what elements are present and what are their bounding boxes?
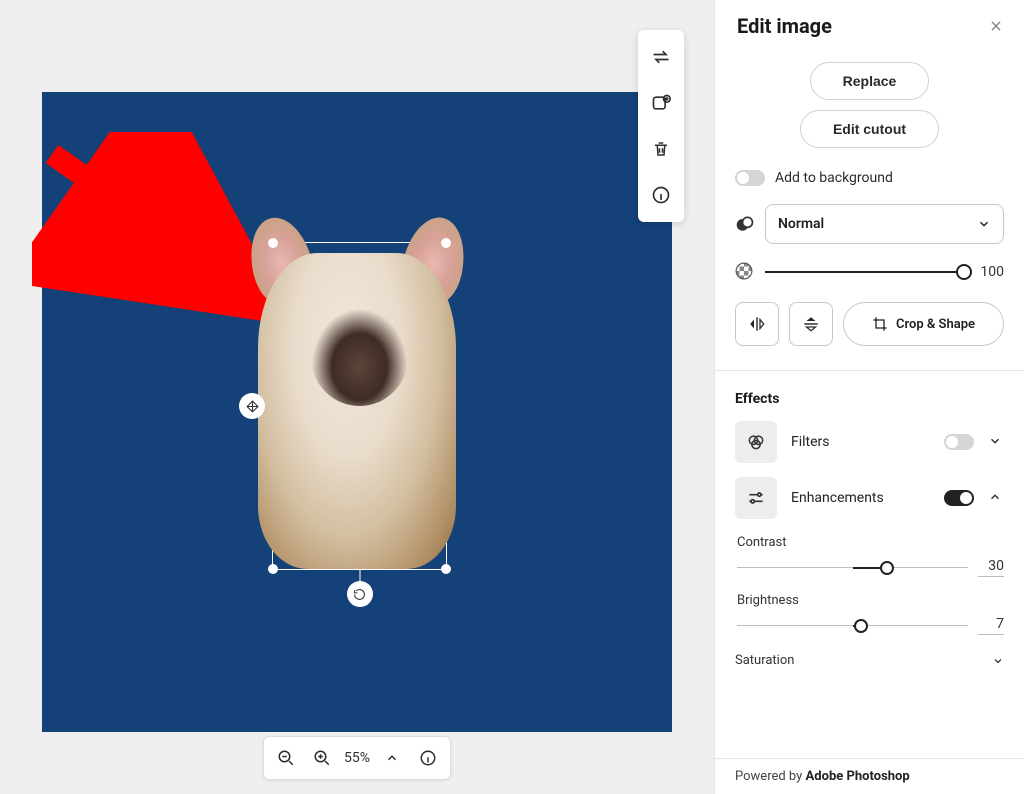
blend-mode-row: Normal	[735, 204, 1004, 244]
rotate-icon	[353, 588, 366, 601]
panel-footer: Powered by Adobe Photoshop	[715, 758, 1024, 794]
panel-close-button[interactable]	[986, 16, 1006, 36]
edit-cutout-button[interactable]: Edit cutout	[800, 110, 939, 148]
opacity-slider[interactable]	[765, 271, 964, 273]
contrast-value: 30	[978, 558, 1004, 577]
zoom-info-button[interactable]	[414, 744, 442, 772]
flip-horizontal-icon	[747, 315, 767, 333]
crop-shape-button[interactable]: Crop & Shape	[843, 302, 1004, 346]
saturation-row: Saturation	[735, 653, 1004, 668]
transform-row: Crop & Shape	[735, 302, 1004, 346]
divider	[715, 370, 1024, 371]
saturation-label: Saturation	[735, 653, 794, 668]
flip-vertical-button[interactable]	[789, 302, 833, 346]
move-handle[interactable]	[239, 393, 265, 419]
enhancements-row: Enhancements	[735, 477, 1004, 519]
annotation-arrow	[32, 132, 292, 332]
contrast-label: Contrast	[737, 535, 1004, 550]
move-icon	[246, 400, 259, 413]
filters-icon	[735, 421, 777, 463]
info-button[interactable]	[638, 172, 684, 218]
delete-button[interactable]	[638, 126, 684, 172]
zoom-in-button[interactable]	[308, 744, 336, 772]
flip-horizontal-button[interactable]	[735, 302, 779, 346]
zoom-percent: 55%	[344, 750, 370, 766]
opacity-row: 100	[735, 262, 1004, 282]
filters-row: Filters	[735, 421, 1004, 463]
chevron-down-icon	[992, 655, 1004, 667]
chevron-down-icon	[977, 217, 991, 231]
rotate-handle[interactable]	[347, 581, 373, 607]
flip-vertical-icon	[802, 314, 820, 334]
panel-header: Edit image	[715, 0, 1024, 48]
selected-image[interactable]	[272, 242, 447, 570]
chevron-up-icon	[988, 490, 1002, 504]
opacity-value: 100	[974, 264, 1004, 280]
crop-icon	[872, 316, 888, 332]
close-icon	[989, 19, 1003, 33]
zoom-in-icon	[313, 749, 331, 767]
canvas-area: 55%	[0, 0, 714, 794]
contrast-group: Contrast 30	[737, 535, 1004, 577]
resize-handle-bottom-left[interactable]	[268, 564, 278, 574]
zoom-out-button[interactable]	[272, 744, 300, 772]
contrast-slider[interactable]	[737, 567, 968, 568]
chevron-up-icon	[385, 751, 399, 765]
resize-handle-bottom-right[interactable]	[441, 564, 451, 574]
panel-scroll[interactable]: Replace Edit cutout Add to background No…	[715, 48, 1024, 758]
enhancements-collapse[interactable]	[988, 489, 1004, 508]
footer-prefix: Powered by	[735, 769, 806, 784]
enhancements-label: Enhancements	[791, 490, 930, 506]
add-to-background-toggle[interactable]	[735, 170, 765, 186]
blend-mode-value: Normal	[778, 216, 824, 232]
zoom-out-icon	[277, 749, 295, 767]
brightness-slider[interactable]	[737, 625, 968, 626]
replace-button[interactable]: Replace	[810, 62, 930, 100]
brightness-group: Brightness 7	[737, 593, 1004, 635]
opacity-icon	[735, 262, 755, 282]
blend-mode-icon	[735, 214, 755, 234]
brightness-value: 7	[978, 616, 1004, 635]
panel-title: Edit image	[737, 14, 832, 38]
object-toolbar	[638, 30, 684, 222]
zoom-toolbar: 55%	[263, 736, 451, 780]
resize-handle-top-left[interactable]	[268, 238, 278, 248]
rotate-connector	[359, 569, 360, 581]
filters-label: Filters	[791, 434, 930, 450]
info-icon	[651, 185, 671, 205]
effects-title: Effects	[735, 391, 1004, 407]
adjust-icon	[735, 477, 777, 519]
brightness-label: Brightness	[737, 593, 1004, 608]
add-image-icon	[651, 93, 671, 113]
opacity-thumb[interactable]	[956, 264, 972, 280]
blend-mode-select[interactable]: Normal	[765, 204, 1004, 244]
artboard[interactable]	[42, 92, 672, 732]
chevron-down-icon	[988, 434, 1002, 448]
zoom-fit-button[interactable]	[378, 744, 406, 772]
dog-cutout	[273, 243, 446, 569]
info-icon	[419, 749, 437, 767]
filters-toggle[interactable]	[944, 434, 974, 450]
contrast-thumb[interactable]	[880, 561, 894, 575]
footer-brand: Adobe Photoshop	[806, 769, 910, 784]
add-to-background-row: Add to background	[735, 170, 1004, 186]
swap-horizontal-icon	[651, 47, 671, 67]
trash-icon	[652, 139, 670, 159]
add-image-button[interactable]	[638, 80, 684, 126]
edit-image-panel: Edit image Replace Edit cutout Add to ba…	[714, 0, 1024, 794]
enhancements-toggle[interactable]	[944, 490, 974, 506]
add-to-background-label: Add to background	[775, 170, 893, 186]
crop-shape-label: Crop & Shape	[896, 317, 975, 332]
swap-button[interactable]	[638, 34, 684, 80]
filters-expand[interactable]	[988, 433, 1004, 452]
resize-handle-top-right[interactable]	[441, 238, 451, 248]
brightness-thumb[interactable]	[854, 619, 868, 633]
